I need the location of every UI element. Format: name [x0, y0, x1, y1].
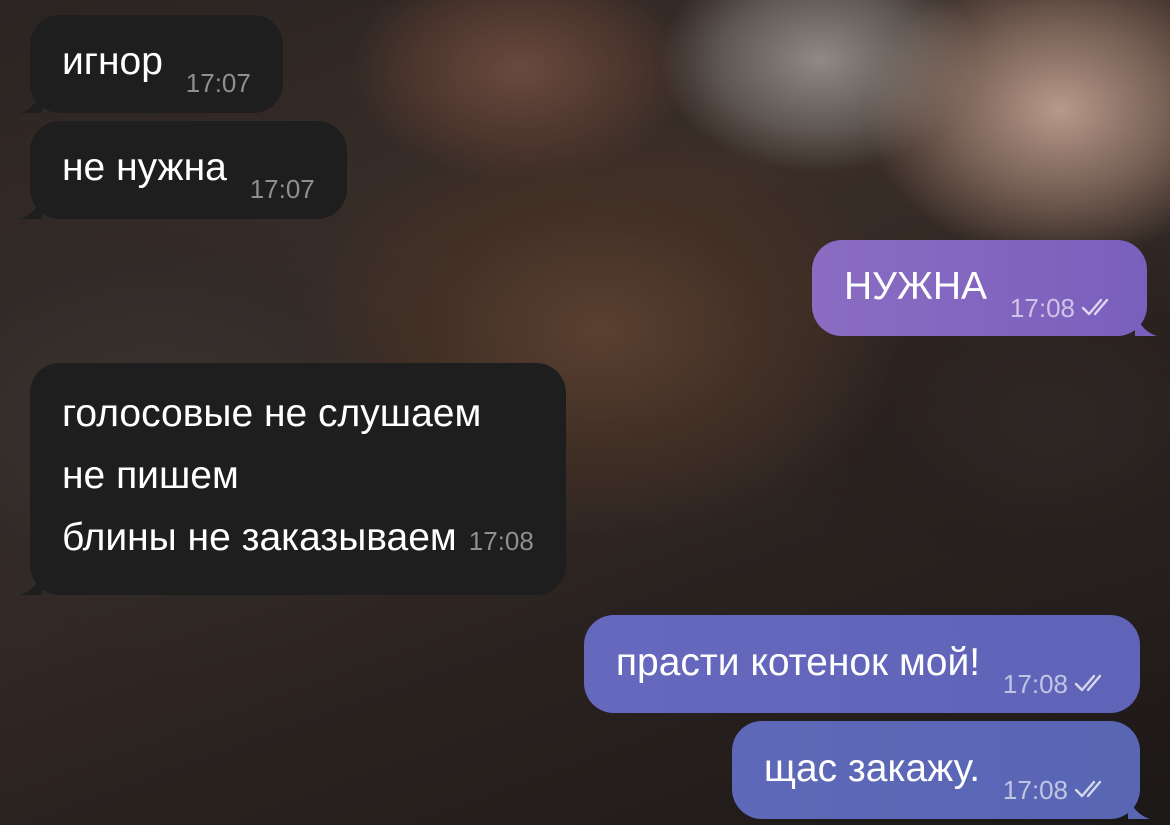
- double-check-icon: [1074, 780, 1102, 798]
- message-text: НУЖНА: [843, 265, 988, 308]
- message-bubble-incoming[interactable]: игнор 17:07: [20, 15, 283, 113]
- message-time: 17:08: [1010, 277, 1115, 339]
- message-time: 17:08: [1003, 653, 1108, 715]
- message-time: 17:08: [1003, 759, 1108, 821]
- message-text-multiline: голосовые не слушаем не пишем блины не з…: [62, 383, 534, 572]
- message-time: 17:07: [249, 174, 315, 204]
- bubble-tail-icon: [1128, 793, 1150, 819]
- message-line: голосовые не слушаем: [62, 392, 482, 435]
- message-line: не пишем: [62, 454, 239, 497]
- bubble-tail-icon: [20, 193, 42, 219]
- message-text: щас закажу.: [763, 747, 981, 790]
- bubble-tail-icon: [1135, 310, 1157, 336]
- message-bubble-outgoing[interactable]: НУЖНА 17:08: [811, 240, 1157, 339]
- message-text: игнор: [62, 40, 163, 83]
- message-bubble-incoming[interactable]: голосовые не слушаем не пишем блины не з…: [20, 363, 566, 595]
- message-time: 17:08: [468, 526, 534, 556]
- message-line: блины не заказываем: [62, 516, 457, 559]
- message-bubble-incoming[interactable]: не нужна 17:07: [20, 121, 347, 219]
- bubble-tail-icon: [20, 87, 42, 113]
- message-bubble-outgoing[interactable]: щас закажу. 17:08: [731, 721, 1150, 821]
- bubble-tail-icon: [20, 569, 42, 595]
- message-time: 17:07: [185, 68, 251, 98]
- message-text: не нужна: [62, 146, 227, 189]
- message-bubble-outgoing[interactable]: прасти котенок мой! 17:08: [583, 615, 1140, 715]
- double-check-icon: [1081, 298, 1109, 316]
- message-text: прасти котенок мой!: [615, 641, 981, 684]
- double-check-icon: [1074, 674, 1102, 692]
